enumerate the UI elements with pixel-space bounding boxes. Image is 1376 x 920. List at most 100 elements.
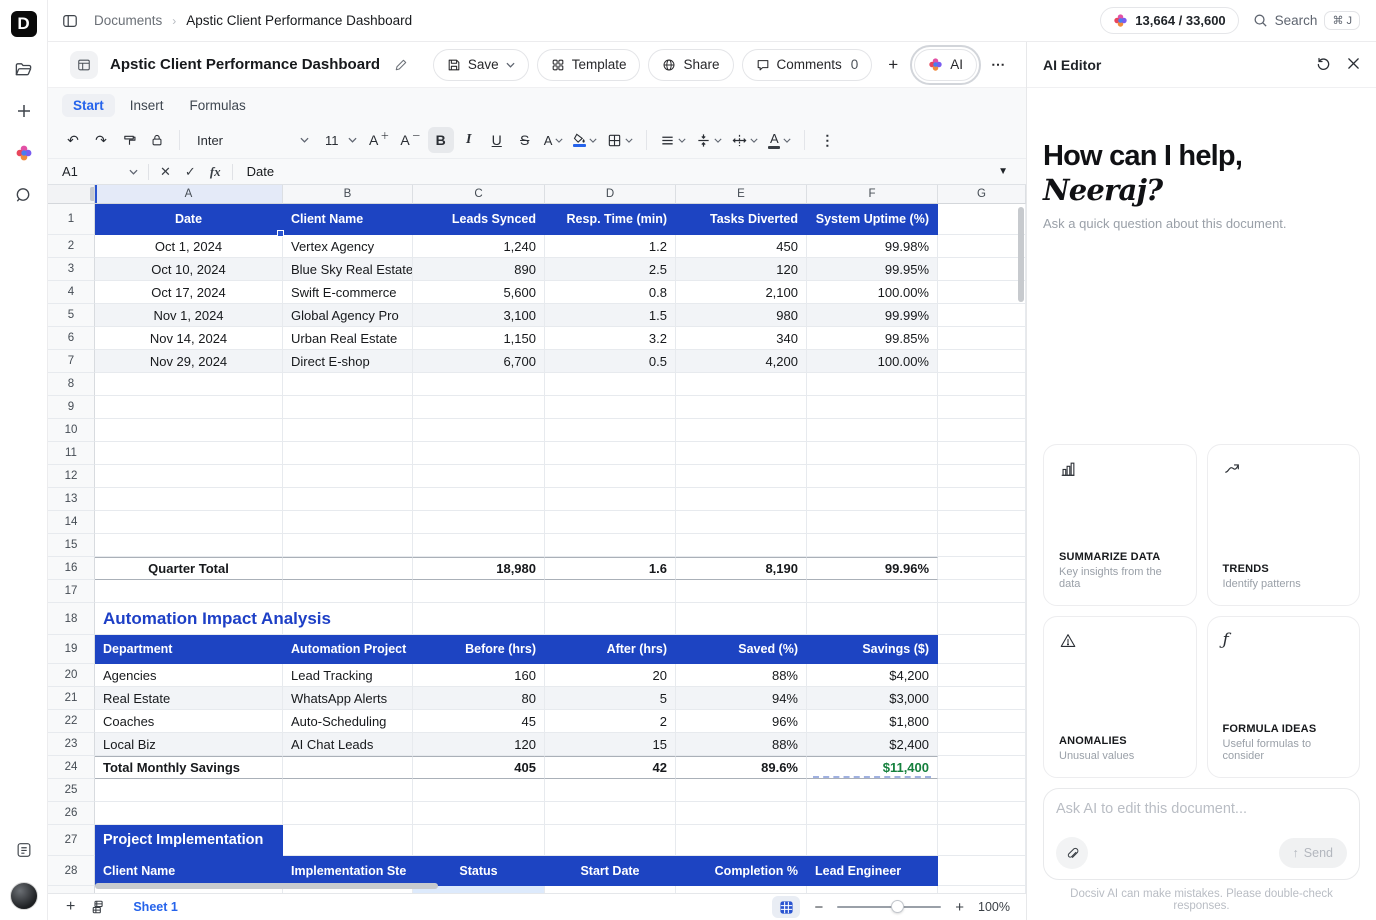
select-all-corner[interactable] [48,185,95,204]
borders-button[interactable] [603,127,637,153]
cell-F17[interactable] [807,580,938,603]
cell-A17[interactable] [95,580,283,603]
cell-E24[interactable]: 89.6% [676,756,807,779]
cell-G19[interactable] [938,635,1026,664]
row-header-9[interactable]: 9 [48,396,95,419]
cell-B12[interactable] [283,465,413,488]
cell-G16[interactable] [938,557,1026,580]
cell-C6[interactable]: 1,150 [413,327,545,350]
row-header-22[interactable]: 22 [48,710,95,733]
cell-C25[interactable] [413,779,545,802]
cell-G29[interactable] [938,886,1026,893]
close-icon[interactable] [1347,57,1360,72]
cell-D23[interactable]: 15 [545,733,676,756]
cell-E23[interactable]: 88% [676,733,807,756]
cell-E21[interactable]: 94% [676,687,807,710]
cell-E13[interactable] [676,488,807,511]
cell-A15[interactable] [95,534,283,557]
lock-icon[interactable] [144,127,170,153]
cell-F12[interactable] [807,465,938,488]
row-header-7[interactable]: 7 [48,350,95,373]
font-family-select[interactable]: Inter [189,127,317,153]
cell-G4[interactable] [938,281,1026,304]
folder-icon[interactable] [14,59,34,79]
cell-G21[interactable] [938,687,1026,710]
cell-C7[interactable]: 6,700 [413,350,545,373]
font-color-button[interactable]: A [764,127,795,153]
cell-B9[interactable] [283,396,413,419]
cell-G6[interactable] [938,327,1026,350]
cell-D10[interactable] [545,419,676,442]
row-header-15[interactable]: 15 [48,534,95,557]
cell-G27[interactable] [938,825,1026,856]
formula-bar-expand-button[interactable]: ▼ [998,166,1014,177]
cell-G12[interactable] [938,465,1026,488]
cell-E7[interactable]: 4,200 [676,350,807,373]
row-header-19[interactable]: 19 [48,635,95,664]
add-sheet-button[interactable]: + [66,898,75,916]
cell-C8[interactable] [413,373,545,396]
cell-E12[interactable] [676,465,807,488]
cell-D8[interactable] [545,373,676,396]
cell-B11[interactable] [283,442,413,465]
cell-G17[interactable] [938,580,1026,603]
cell-E28[interactable]: Completion % [676,856,807,886]
cell-E9[interactable] [676,396,807,419]
cell-E20[interactable]: 88% [676,664,807,687]
cell-A23[interactable]: Local Biz [95,733,283,756]
cell-A24[interactable]: Total Monthly Savings [95,756,283,779]
refresh-icon[interactable] [1316,57,1331,72]
cell-B7[interactable]: Direct E-shop [283,350,413,373]
cell-C13[interactable] [413,488,545,511]
cell-F18[interactable] [807,603,938,635]
cell-C22[interactable]: 45 [413,710,545,733]
confirm-edit-button[interactable]: ✓ [178,164,203,180]
cell-D16[interactable]: 1.6 [545,557,676,580]
app-logo[interactable]: D [11,11,37,37]
cell-E15[interactable] [676,534,807,557]
column-header-B[interactable]: B [283,185,413,204]
cell-A2[interactable]: Oct 1, 2024 [95,235,283,258]
ai-sparkle-icon[interactable] [14,143,34,163]
row-header-10[interactable]: 10 [48,419,95,442]
cell-G15[interactable] [938,534,1026,557]
tab-insert[interactable]: Insert [119,94,175,117]
cell-F7[interactable]: 100.00% [807,350,938,373]
horizontal-align-button[interactable] [656,127,690,153]
cell-E17[interactable] [676,580,807,603]
cell-E1[interactable]: Tasks Diverted [676,204,807,235]
cell-C2[interactable]: 1,240 [413,235,545,258]
bold-button[interactable]: B [428,127,454,153]
cell-F11[interactable] [807,442,938,465]
cell-A3[interactable]: Oct 10, 2024 [95,258,283,281]
cell-B15[interactable] [283,534,413,557]
zoom-slider[interactable] [837,900,941,914]
cell-E11[interactable] [676,442,807,465]
cell-D29[interactable] [545,886,676,893]
cell-F5[interactable]: 99.99% [807,304,938,327]
cell-E3[interactable]: 120 [676,258,807,281]
underline-button[interactable]: U [484,127,510,153]
cell-G13[interactable] [938,488,1026,511]
cell-B13[interactable] [283,488,413,511]
cell-G25[interactable] [938,779,1026,802]
cell-E25[interactable] [676,779,807,802]
cell-B27[interactable] [283,825,413,856]
cell-D18[interactable] [545,603,676,635]
column-header-F[interactable]: F [807,185,938,204]
clipboard-icon[interactable] [14,840,34,860]
cell-D20[interactable]: 20 [545,664,676,687]
cell-A19[interactable]: Department [95,635,283,664]
cell-B25[interactable] [283,779,413,802]
cell-G10[interactable] [938,419,1026,442]
cell-A18[interactable]: Automation Impact Analysis [95,603,283,635]
cell-C4[interactable]: 5,600 [413,281,545,304]
cell-F3[interactable]: 99.95% [807,258,938,281]
cell-F6[interactable]: 99.85% [807,327,938,350]
cell-C28[interactable]: Status [413,856,545,886]
cell-G18[interactable] [938,603,1026,635]
cell-C19[interactable]: Before (hrs) [413,635,545,664]
cancel-edit-button[interactable]: ✕ [153,164,178,180]
row-header-6[interactable]: 6 [48,327,95,350]
cell-D4[interactable]: 0.8 [545,281,676,304]
